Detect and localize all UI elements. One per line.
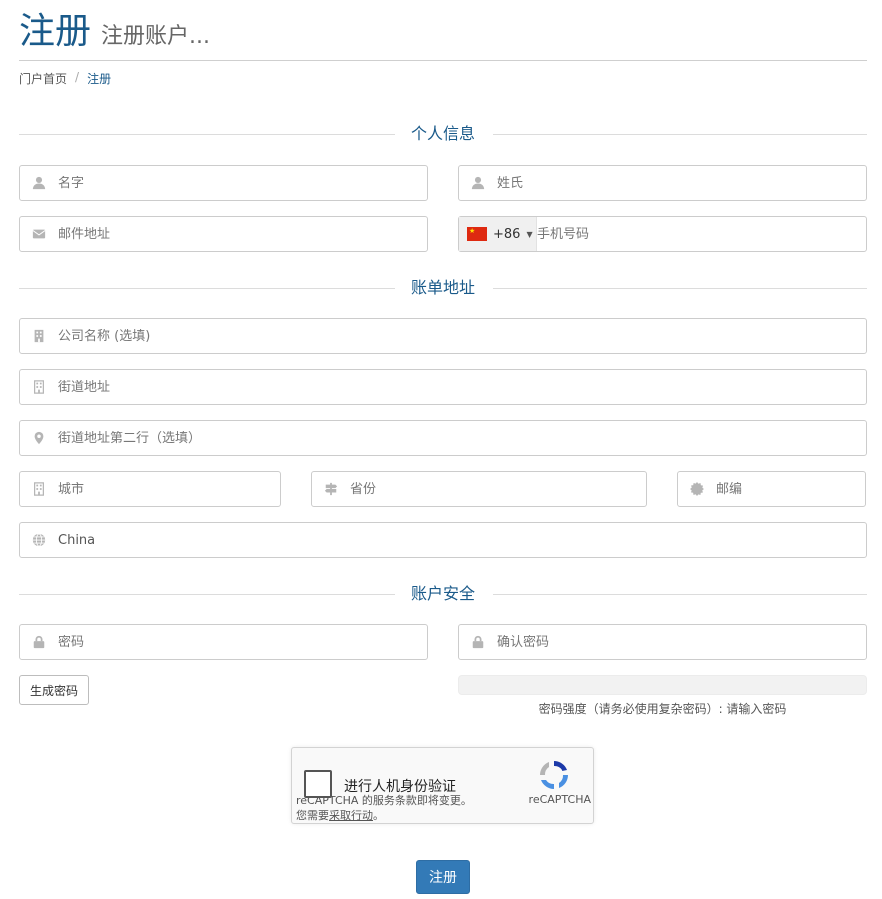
envelope-icon xyxy=(20,227,58,241)
company-input[interactable] xyxy=(58,328,866,344)
certificate-icon xyxy=(678,482,716,496)
breadcrumb: 门户首页 / 注册 xyxy=(19,70,111,87)
country-select[interactable] xyxy=(58,532,866,548)
recaptcha-terms: reCAPTCHA 的服务条款即将变更。您需要采取行动。 xyxy=(296,793,476,823)
address2-field[interactable] xyxy=(19,420,867,456)
divider-line xyxy=(493,288,867,289)
first-name-field[interactable] xyxy=(19,165,428,201)
first-name-input[interactable] xyxy=(58,175,427,191)
page-subtitle: 注册账户... xyxy=(101,24,210,49)
divider-line xyxy=(493,594,867,595)
password-strength-text: 密码强度（请务必使用复杂密码）: 请输入密码 xyxy=(538,702,787,716)
breadcrumb-current: 注册 xyxy=(87,72,112,86)
recaptcha-brand: reCAPTCHA xyxy=(528,793,591,806)
confirm-password-field[interactable] xyxy=(458,624,867,660)
country-field[interactable] xyxy=(19,522,867,558)
postcode-field[interactable] xyxy=(677,471,866,507)
section-personal-info: 个人信息 xyxy=(19,122,867,146)
email-field[interactable] xyxy=(19,216,428,252)
lock-icon xyxy=(20,635,58,649)
postcode-input[interactable] xyxy=(716,481,865,497)
divider-line xyxy=(493,134,867,135)
address2-input[interactable] xyxy=(58,430,866,446)
china-flag-icon: ★ xyxy=(467,227,487,241)
section-billing-address: 账单地址 xyxy=(19,276,867,300)
globe-icon xyxy=(20,533,58,547)
phone-field[interactable]: ★ +86 ▼ xyxy=(458,216,867,252)
recaptcha-logo-icon xyxy=(540,761,568,789)
chevron-down-icon: ▼ xyxy=(526,229,533,239)
signpost-icon xyxy=(312,482,350,496)
email-input[interactable] xyxy=(58,226,427,242)
user-icon xyxy=(459,176,497,190)
page-header: 注册 注册账户... xyxy=(19,10,210,60)
building-icon xyxy=(20,329,58,343)
address1-input[interactable] xyxy=(58,379,866,395)
page-title: 注册 xyxy=(19,11,92,52)
password-input[interactable] xyxy=(58,634,427,650)
address1-field[interactable] xyxy=(19,369,867,405)
map-marker-icon xyxy=(20,431,58,445)
generate-password-button[interactable]: 生成密码 xyxy=(19,675,89,705)
recaptcha-widget: 进行人机身份验证 reCAPTCHA reCAPTCHA 的服务条款即将变更。您… xyxy=(291,747,594,824)
user-icon xyxy=(20,176,58,190)
country-code: +86 xyxy=(493,226,521,242)
company-field[interactable] xyxy=(19,318,867,354)
register-button[interactable]: 注册 xyxy=(416,860,470,894)
last-name-field[interactable] xyxy=(458,165,867,201)
state-field[interactable] xyxy=(311,471,647,507)
password-strength-bar xyxy=(458,675,867,695)
breadcrumb-separator: / xyxy=(75,70,80,84)
lock-icon xyxy=(459,635,497,649)
recaptcha-terms-link[interactable]: 采取行动 xyxy=(329,809,373,822)
country-code-dropdown[interactable]: ★ +86 ▼ xyxy=(459,217,537,251)
city-field[interactable] xyxy=(19,471,281,507)
breadcrumb-home-link[interactable]: 门户首页 xyxy=(19,70,67,87)
confirm-password-input[interactable] xyxy=(497,634,866,650)
password-field[interactable] xyxy=(19,624,428,660)
header-divider xyxy=(19,60,867,61)
city-input[interactable] xyxy=(58,481,280,497)
section-account-security: 账户安全 xyxy=(19,582,867,606)
building-icon xyxy=(20,482,58,496)
phone-input[interactable] xyxy=(537,226,866,242)
building-icon xyxy=(20,380,58,394)
state-input[interactable] xyxy=(350,481,646,497)
recaptcha-terms-end: 。 xyxy=(373,809,384,822)
last-name-input[interactable] xyxy=(497,175,866,191)
